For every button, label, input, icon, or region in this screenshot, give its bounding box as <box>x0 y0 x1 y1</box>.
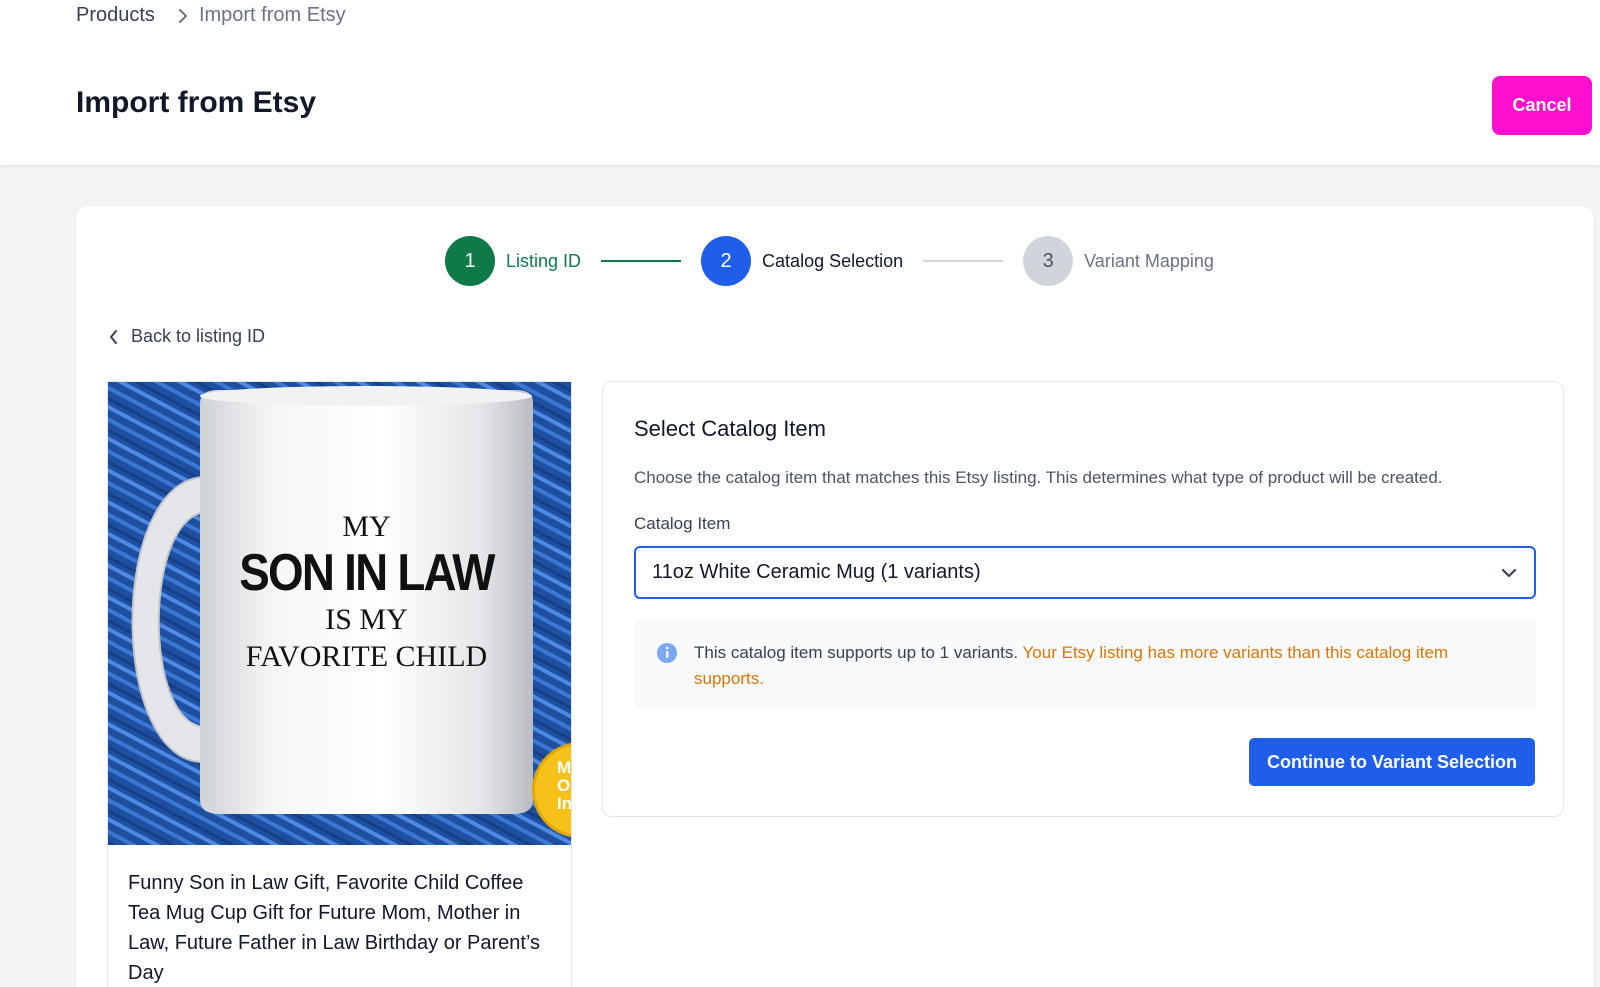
product-title: Funny Son in Law Gift, Favorite Child Co… <box>128 872 541 984</box>
catalog-item-select[interactable]: 11oz White Ceramic Mug (1 variants) <box>634 546 1536 599</box>
top-bar: Products Import from Etsy Import from Et… <box>0 0 1600 166</box>
variant-info-text: This catalog item supports up to 1 varia… <box>694 640 1514 692</box>
product-image: MY SON IN LAW IS MY FAVORITE CHILD M Op … <box>108 382 571 845</box>
catalog-item-selected-value: 11oz White Ceramic Mug (1 variants) <box>652 561 981 583</box>
product-card: MY SON IN LAW IS MY FAVORITE CHILD M Op … <box>107 381 572 987</box>
badge-text-line-2: Op <box>557 776 571 795</box>
catalog-panel: Select Catalog Item Choose the catalog i… <box>602 381 1564 817</box>
catalog-item-label: Catalog Item <box>634 514 731 533</box>
chevron-right-icon <box>177 7 189 25</box>
mug-print: MY SON IN LAW IS MY FAVORITE CHILD <box>200 510 533 676</box>
mug-text-line-2: SON IN LAW <box>239 544 495 602</box>
panel-title: Select Catalog Item <box>634 416 826 441</box>
step-2-circle: 2 <box>701 236 752 286</box>
step-connector-1 <box>601 260 682 262</box>
chevron-down-icon <box>1500 567 1518 579</box>
step-1-circle: 1 <box>445 236 495 286</box>
back-to-listing-link[interactable]: Back to listing ID <box>109 326 265 347</box>
mug-text-line-4: FAVORITE CHILD <box>245 640 488 673</box>
step-connector-2 <box>923 260 1004 262</box>
mug-text-line-1: MY <box>342 510 391 543</box>
page-title: Import from Etsy <box>76 86 317 119</box>
mug-text-line-3: IS MY <box>325 603 408 636</box>
continue-to-variant-selection-button[interactable]: Continue to Variant Selection <box>1249 738 1535 786</box>
chevron-left-icon <box>109 329 131 345</box>
breadcrumb: Products Import from Etsy <box>76 4 346 27</box>
panel-description: Choose the catalog item that matches thi… <box>634 468 1443 487</box>
variant-info-box: This catalog item supports up to 1 varia… <box>634 619 1536 709</box>
step-3-label: Variant Mapping <box>1084 250 1214 271</box>
back-link-label: Back to listing ID <box>131 326 266 346</box>
step-2-label: Catalog Selection <box>762 250 904 271</box>
stepper: 1 Listing ID 2 Catalog Selection 3 Varia… <box>445 236 1214 286</box>
badge-text-line-3: In <box>557 794 571 813</box>
variant-info-main: This catalog item supports up to 1 varia… <box>694 643 1019 662</box>
cancel-button[interactable]: Cancel <box>1492 76 1592 135</box>
breadcrumb-products-link[interactable]: Products <box>76 4 155 27</box>
info-icon <box>656 642 678 669</box>
step-1-label: Listing ID <box>506 250 582 271</box>
badge-text-line-1: M <box>557 758 571 777</box>
step-3-circle: 3 <box>1023 236 1074 286</box>
breadcrumb-current: Import from Etsy <box>198 4 346 26</box>
